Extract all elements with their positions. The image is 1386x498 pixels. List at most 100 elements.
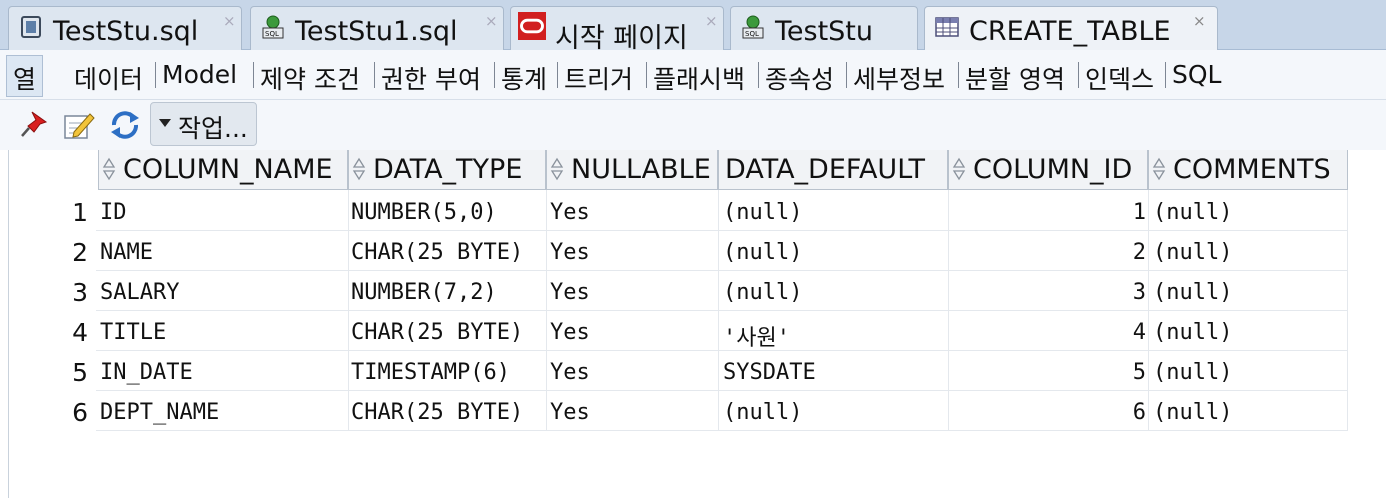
subtab-grants[interactable]: 권한 부여 <box>381 60 481 96</box>
column-header-data-type[interactable]: DATA_TYPE <box>348 150 546 190</box>
row-divider <box>96 270 1348 271</box>
subtab-triggers[interactable]: 트리거 <box>564 60 633 96</box>
close-icon[interactable]: × <box>223 12 236 30</box>
subtab-dependencies[interactable]: 종속성 <box>765 60 834 96</box>
cell-data-default[interactable]: (null) <box>723 280 802 305</box>
row-number: 1 <box>72 198 88 227</box>
actions-button[interactable]: 작업... <box>150 102 257 146</box>
cell-column-id[interactable]: 3 <box>948 280 1146 305</box>
subtab-separator <box>646 62 647 88</box>
column-header-comments[interactable]: COMMENTS <box>1148 150 1348 190</box>
cell-comments[interactable]: (null) <box>1153 400 1232 425</box>
cell-nullable[interactable]: Yes <box>550 200 590 225</box>
editor-tab-bar: TestStu.sql × SQL TestStu1.sql × 시작 페이지 … <box>0 0 1386 54</box>
tab-start-page[interactable]: 시작 페이지 × <box>510 6 724 54</box>
sort-icon <box>952 157 966 181</box>
object-subtab-bar: 열 데이터 Model 제약 조건 권한 부여 통계 트리거 플래시백 종속성 … <box>0 50 1386 100</box>
close-icon[interactable]: × <box>705 12 718 30</box>
tab-label: TestStu <box>775 16 874 47</box>
subtab-separator <box>557 62 558 88</box>
subtab-columns[interactable]: 열 <box>6 55 44 97</box>
subtab-separator <box>958 62 959 88</box>
subtab-partitions[interactable]: 분할 영역 <box>965 60 1065 96</box>
cell-column-name[interactable]: NAME <box>100 240 153 265</box>
cell-data-default[interactable]: (null) <box>723 200 802 225</box>
column-header-column-name[interactable]: COLUMN_NAME <box>98 150 348 190</box>
cell-data-type[interactable]: TIMESTAMP(6) <box>351 360 510 385</box>
row-number: 3 <box>72 278 88 307</box>
cell-column-id[interactable]: 4 <box>948 320 1146 345</box>
subtab-sql[interactable]: SQL <box>1172 60 1221 89</box>
column-header-label: COLUMN_NAME <box>123 154 333 185</box>
cell-column-name[interactable]: TITLE <box>100 320 166 345</box>
cell-data-default[interactable]: SYSDATE <box>723 360 816 385</box>
cell-data-type[interactable]: CHAR(25 BYTE) <box>351 240 523 265</box>
cell-comments[interactable]: (null) <box>1153 240 1232 265</box>
column-header-label: DATA_DEFAULT <box>725 154 926 185</box>
subtab-separator <box>1078 62 1079 88</box>
row-number: 5 <box>72 358 88 387</box>
cell-nullable[interactable]: Yes <box>550 240 590 265</box>
subtab-model[interactable]: Model <box>162 60 237 89</box>
cell-data-type[interactable]: CHAR(25 BYTE) <box>351 400 523 425</box>
svg-text:SQL: SQL <box>745 30 759 38</box>
tab-teststu[interactable]: SQL TestStu <box>730 6 918 50</box>
tab-teststu1-sql[interactable]: SQL TestStu1.sql × <box>250 6 504 50</box>
cell-data-type[interactable]: NUMBER(5,0) <box>351 200 497 225</box>
edit-icon[interactable] <box>62 108 96 142</box>
subtab-data[interactable]: 데이터 <box>74 60 143 96</box>
subtab-indexes[interactable]: 인덱스 <box>1085 60 1154 96</box>
column-header-label: NULLABLE <box>571 154 711 185</box>
cell-comments[interactable]: (null) <box>1153 360 1232 385</box>
close-icon[interactable]: × <box>1193 12 1206 30</box>
actions-button-label: 작업... <box>178 114 248 143</box>
cell-data-type[interactable]: NUMBER(7,2) <box>351 280 497 305</box>
cell-comments[interactable]: (null) <box>1153 280 1232 305</box>
table-icon <box>935 17 959 37</box>
pin-icon[interactable] <box>18 108 52 142</box>
cell-column-name[interactable]: IN_DATE <box>100 360 193 385</box>
cell-column-name[interactable]: SALARY <box>100 280 179 305</box>
cell-column-id[interactable]: 1 <box>948 200 1146 225</box>
subtab-separator <box>374 62 375 88</box>
sort-icon <box>1152 157 1166 181</box>
svg-text:SQL: SQL <box>265 30 279 38</box>
caret-down-icon <box>159 119 171 127</box>
column-header-column-id[interactable]: COLUMN_ID <box>948 150 1148 190</box>
subtab-separator <box>758 62 759 88</box>
cell-nullable[interactable]: Yes <box>550 400 590 425</box>
subtab-separator <box>494 62 495 88</box>
tab-teststu-sql[interactable]: TestStu.sql × <box>8 6 242 50</box>
cell-nullable[interactable]: Yes <box>550 360 590 385</box>
cell-column-id[interactable]: 5 <box>948 360 1146 385</box>
column-header-label: COLUMN_ID <box>973 154 1133 185</box>
row-divider <box>96 230 1348 231</box>
cell-data-type[interactable]: CHAR(25 BYTE) <box>351 320 523 345</box>
sort-icon <box>102 157 116 181</box>
column-header-label: COMMENTS <box>1173 154 1331 185</box>
cell-data-default[interactable]: (null) <box>723 400 802 425</box>
cell-column-id[interactable]: 6 <box>948 400 1146 425</box>
row-divider <box>96 310 1348 311</box>
cell-column-name[interactable]: DEPT_NAME <box>100 400 219 425</box>
cell-nullable[interactable]: Yes <box>550 280 590 305</box>
cell-data-default[interactable]: '사원' <box>723 320 790 352</box>
close-icon[interactable]: × <box>485 12 498 30</box>
column-header-data-default[interactable]: DATA_DEFAULT <box>718 150 948 190</box>
column-header-nullable[interactable]: NULLABLE <box>546 150 718 190</box>
row-number: 6 <box>72 398 88 427</box>
subtab-details[interactable]: 세부정보 <box>853 60 945 96</box>
cell-column-id[interactable]: 2 <box>948 240 1146 265</box>
cell-data-default[interactable]: (null) <box>723 240 802 265</box>
cell-column-name[interactable]: ID <box>100 200 127 225</box>
cell-comments[interactable]: (null) <box>1153 200 1232 225</box>
subtab-separator <box>155 62 156 88</box>
cell-nullable[interactable]: Yes <box>550 320 590 345</box>
column-header-label: DATA_TYPE <box>373 154 523 185</box>
subtab-statistics[interactable]: 통계 <box>501 60 547 96</box>
subtab-constraints[interactable]: 제약 조건 <box>260 60 360 96</box>
subtab-flashback[interactable]: 플래시백 <box>653 60 745 96</box>
refresh-icon[interactable] <box>108 108 142 142</box>
cell-comments[interactable]: (null) <box>1153 320 1232 345</box>
tab-create-table[interactable]: CREATE_TABLE × <box>924 6 1218 51</box>
